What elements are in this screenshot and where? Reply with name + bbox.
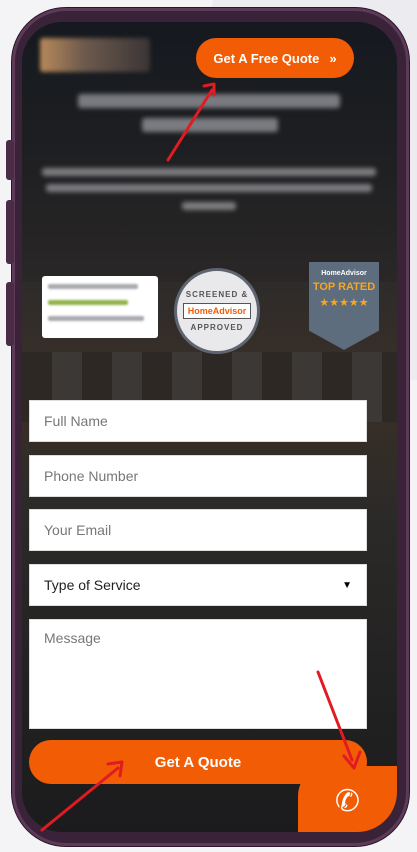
phone-icon: ✆ <box>334 784 361 818</box>
company-logo <box>40 38 150 72</box>
select-value: Type of Service <box>44 577 141 593</box>
side-button <box>6 200 14 264</box>
email-input[interactable]: Your Email <box>29 509 367 551</box>
top-rated-badge: HomeAdvisor TOP RATED ★★★★★ <box>309 262 379 350</box>
side-button <box>6 140 14 180</box>
caret-down-icon: ▼ <box>342 579 352 591</box>
badge-text: TOP RATED <box>312 281 376 293</box>
star-rating-icon: ★★★★★ <box>319 297 369 309</box>
input-placeholder: Full Name <box>44 413 108 429</box>
message-textarea[interactable]: Message <box>29 619 367 729</box>
review-badge <box>42 276 158 338</box>
free-quote-button[interactable]: Get A Free Quote » <box>196 38 354 78</box>
input-placeholder: Your Email <box>44 522 112 538</box>
screened-approved-badge: SCREENED & HomeAdvisor APPROVED <box>174 268 260 354</box>
badge-text: APPROVED <box>190 323 244 332</box>
service-type-select[interactable]: Type of Service ▼ <box>29 564 367 606</box>
blurred-subtext <box>42 168 376 176</box>
double-chevron-right-icon: » <box>329 50 337 66</box>
free-quote-label: Get A Free Quote <box>213 50 320 66</box>
input-placeholder: Message <box>44 630 101 646</box>
blurred-subtext <box>46 184 372 192</box>
phone-number-input[interactable]: Phone Number <box>29 455 367 497</box>
blurred-subtext <box>182 202 236 210</box>
badge-brand: HomeAdvisor <box>182 303 252 319</box>
blurred-headline <box>78 94 340 108</box>
full-name-input[interactable]: Full Name <box>29 400 367 442</box>
blurred-headline <box>142 118 278 132</box>
badge-text: SCREENED & <box>185 290 249 299</box>
side-button <box>6 282 14 346</box>
badge-brand: HomeAdvisor <box>321 270 367 277</box>
input-placeholder: Phone Number <box>44 468 139 484</box>
get-quote-button[interactable]: Get A Quote <box>29 740 367 784</box>
